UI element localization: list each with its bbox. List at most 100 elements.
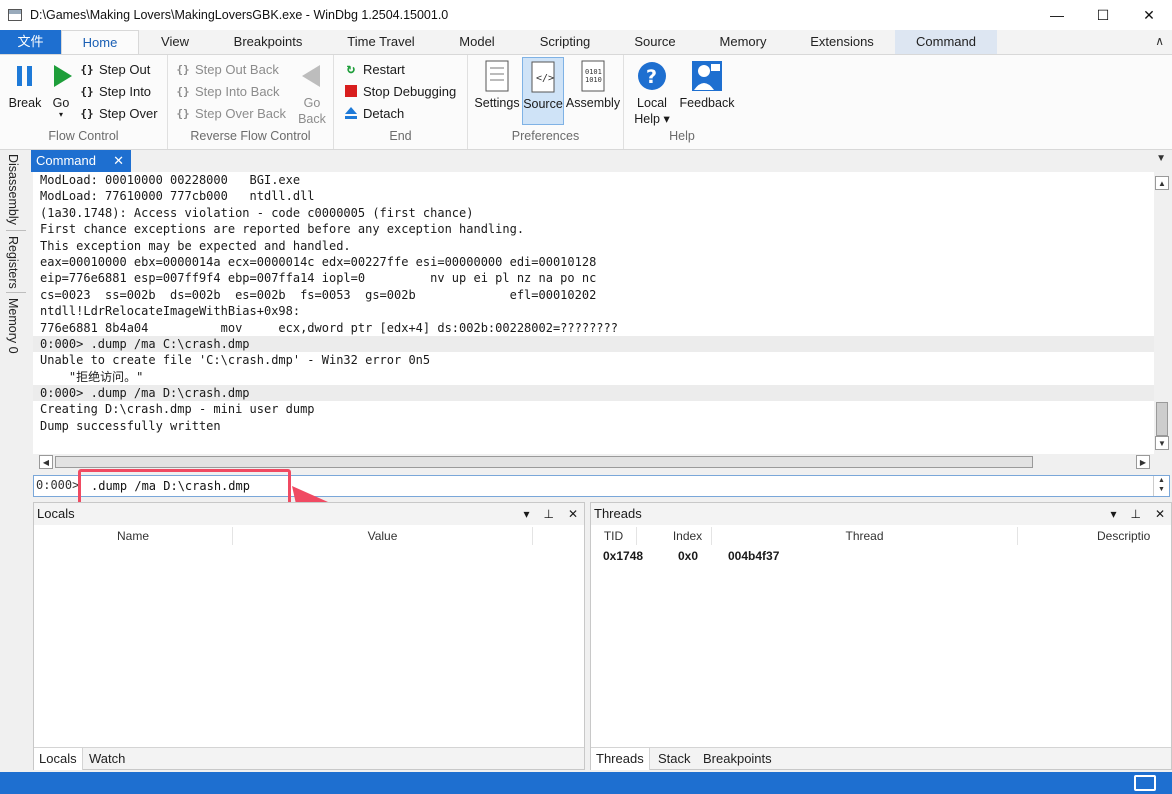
tab-view[interactable]: View — [140, 30, 210, 54]
scroll-left-icon[interactable]: ◀ — [39, 455, 53, 469]
source-button[interactable]: </> Source — [522, 57, 564, 125]
break-button[interactable]: Break — [6, 59, 44, 111]
command-tab[interactable]: Command ✕ — [31, 150, 131, 172]
assembly-button[interactable]: 0101 1010 Assembly — [564, 59, 622, 111]
go-button[interactable]: Go ▾ — [46, 59, 76, 119]
locals-tabs: Locals Watch — [34, 747, 584, 770]
close-button[interactable]: ✕ — [1126, 0, 1172, 30]
output-line: Creating D:\crash.dmp - mini user dump — [40, 402, 315, 417]
minimize-button[interactable]: — — [1034, 0, 1080, 30]
step-out-icon: {} — [80, 62, 94, 76]
side-tab-separator — [6, 292, 26, 293]
go-back-button[interactable]: Go Back — [294, 59, 330, 127]
output-line: ModLoad: 77610000 777cb000 ntdll.dll — [40, 189, 315, 204]
step-out-button[interactable]: {} Step Out — [79, 59, 150, 79]
source-icon: </> — [527, 60, 559, 94]
close-icon[interactable]: ✕ — [568, 503, 578, 525]
feedback-chat-icon[interactable] — [1134, 775, 1156, 791]
help-icon: ? — [636, 59, 668, 93]
output-line: (1a30.1748): Access violation - code c00… — [40, 205, 474, 220]
window-title: D:\Games\Making Lovers\MakingLoversGBK.e… — [30, 8, 449, 22]
tab-home[interactable]: Home — [61, 30, 139, 54]
maximize-button[interactable]: ☐ — [1080, 0, 1126, 30]
side-tab-memory[interactable]: Memory 0 — [6, 298, 20, 354]
dropdown-icon[interactable]: ▾ — [523, 503, 529, 525]
output-line: eax=00010000 ebx=0000014a ecx=0000014c e… — [40, 254, 597, 269]
group-label-end: End — [389, 129, 412, 143]
ribbon: Break Go ▾ {} Step Out {} Step Into {} S… — [0, 54, 1172, 150]
tab-watch[interactable]: Watch — [84, 748, 130, 770]
close-icon[interactable]: ✕ — [113, 150, 124, 172]
side-tab-disassembly[interactable]: Disassembly — [6, 154, 20, 225]
output-line: 776e6881 8b4a04 mov ecx,dword ptr [edx+4… — [40, 320, 618, 335]
go-back-icon — [296, 59, 328, 93]
step-over-icon: {} — [80, 106, 94, 120]
tab-memory[interactable]: Memory — [706, 30, 780, 54]
step-out-back-button[interactable]: {} Step Out Back — [175, 59, 278, 79]
history-spinner[interactable]: ▲ ▼ — [1153, 476, 1169, 496]
restart-button[interactable]: ↻ Restart — [343, 59, 405, 79]
step-over-back-button[interactable]: {} Step Over Back — [175, 103, 286, 123]
command-output[interactable]: ModLoad: 00010000 00228000 BGI.exe ModLoa… — [33, 172, 1154, 454]
collapse-ribbon-icon[interactable]: ∧ — [1155, 34, 1164, 48]
svg-text:0101: 0101 — [585, 68, 602, 76]
step-over-button[interactable]: {} Step Over — [79, 103, 157, 123]
column-header-thread[interactable]: Thread — [712, 527, 1018, 545]
tab-breakpoints[interactable]: Breakpoints — [218, 30, 318, 54]
output-line: eip=776e6881 esp=007ff9f4 ebp=007ffa14 i… — [40, 271, 597, 286]
feedback-button[interactable]: Feedback — [676, 59, 738, 111]
tab-threads[interactable]: Threads — [591, 748, 650, 770]
tab-breakpoints-pane[interactable]: Breakpoints — [698, 748, 777, 770]
output-line: cs=0023 ss=002b ds=002b es=002b fs=0053 … — [40, 287, 597, 302]
tab-model[interactable]: Model — [446, 30, 508, 54]
column-header-name[interactable]: Name — [34, 527, 233, 545]
close-icon[interactable]: ✕ — [1155, 503, 1165, 525]
output-line: 0:000> .dump /ma C:\crash.dmp — [33, 335, 1154, 353]
tab-time-travel[interactable]: Time Travel — [334, 30, 428, 54]
stop-debugging-button[interactable]: Stop Debugging — [343, 81, 456, 101]
group-preferences: Settings </> Source 0101 1010 Assembly Pr… — [468, 55, 624, 149]
column-header-index[interactable]: Index — [664, 527, 712, 545]
status-bar — [0, 772, 1172, 794]
annotation-highlight-box — [78, 469, 291, 506]
output-line: ModLoad: 00010000 00228000 BGI.exe — [40, 173, 301, 187]
app-icon — [8, 9, 22, 21]
tab-locals[interactable]: Locals — [34, 748, 83, 770]
side-tab-registers[interactable]: Registers — [6, 236, 20, 289]
tab-command[interactable]: Command — [895, 30, 997, 54]
threads-vertical-scrollbar[interactable] — [1155, 525, 1171, 747]
thread-index: 0x0 — [678, 549, 699, 563]
command-horizontal-scrollbar[interactable]: ◀ ▶ — [39, 455, 1154, 470]
command-vertical-scrollbar[interactable]: ▲ ▼ — [1154, 172, 1170, 454]
settings-button[interactable]: Settings — [473, 59, 521, 111]
tab-file[interactable]: 文件 — [0, 30, 61, 54]
scroll-thumb[interactable] — [55, 456, 1033, 468]
scroll-up-icon[interactable]: ▲ — [1155, 176, 1169, 190]
tab-source[interactable]: Source — [622, 30, 688, 54]
scroll-thumb[interactable] — [1156, 402, 1168, 436]
tab-stack[interactable]: Stack — [653, 748, 696, 770]
step-into-button[interactable]: {} Step Into — [79, 81, 151, 101]
output-line: 0:000> .dump /ma D:\crash.dmp — [33, 385, 1154, 402]
column-header-tid[interactable]: TID — [591, 527, 637, 545]
detach-button[interactable]: Detach — [343, 103, 404, 123]
eject-icon — [343, 105, 359, 121]
window-menu-icon[interactable]: ▼ — [1156, 153, 1166, 164]
group-label-flow-control: Flow Control — [48, 129, 119, 143]
local-help-button[interactable]: ? Local Help ▾ — [632, 59, 672, 127]
locals-pane: Locals ▾ ⊥ ✕ Name Value Locals Watch — [33, 502, 585, 770]
dropdown-icon[interactable]: ▾ — [1110, 503, 1116, 525]
step-into-back-button[interactable]: {} Step Into Back — [175, 81, 279, 101]
play-icon — [46, 59, 78, 93]
svg-text:</>: </> — [536, 73, 554, 84]
pin-icon[interactable]: ⊥ — [543, 503, 553, 525]
tab-extensions[interactable]: Extensions — [798, 30, 886, 54]
column-header-value[interactable]: Value — [233, 527, 533, 545]
scroll-down-icon[interactable]: ▼ — [1155, 436, 1169, 450]
group-label-help: Help — [669, 129, 695, 143]
pause-icon — [9, 59, 41, 93]
scroll-right-icon[interactable]: ▶ — [1136, 455, 1150, 469]
tab-scripting[interactable]: Scripting — [527, 30, 603, 54]
output-line: Dump successfully written — [40, 418, 221, 433]
pin-icon[interactable]: ⊥ — [1130, 503, 1140, 525]
